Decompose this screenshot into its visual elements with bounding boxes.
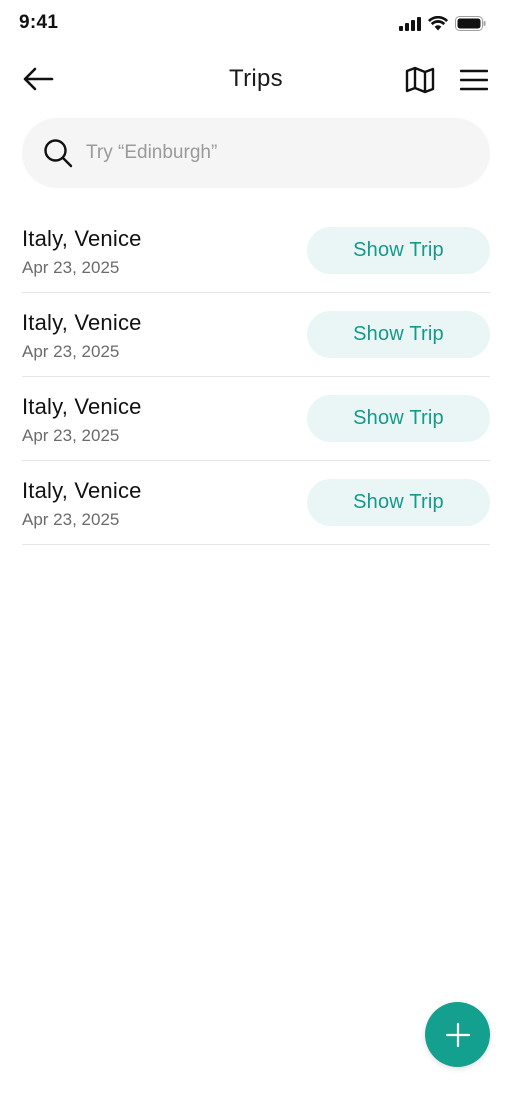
header: Trips [0, 56, 512, 102]
map-button[interactable] [404, 64, 436, 96]
trip-date: Apr 23, 2025 [22, 510, 120, 529]
show-trip-button[interactable]: Show Trip [307, 311, 490, 358]
signal-icon [399, 16, 421, 31]
show-trip-button[interactable]: Show Trip [307, 479, 490, 526]
battery-icon [455, 16, 486, 31]
trip-name: Italy, Venice [22, 310, 142, 335]
trip-name: Italy, Venice [22, 394, 142, 419]
menu-button[interactable] [458, 64, 490, 96]
trip-date: Apr 23, 2025 [22, 258, 120, 277]
map-icon [405, 66, 435, 94]
search-input[interactable] [86, 142, 446, 164]
trip-row: Italy, Venice Apr 23, 2025 Show Trip [22, 293, 490, 377]
trip-date: Apr 23, 2025 [22, 342, 120, 361]
status-icons [399, 16, 486, 31]
trip-row: Italy, Venice Apr 23, 2025 Show Trip [22, 377, 490, 461]
trip-name: Italy, Venice [22, 226, 142, 251]
trip-date: Apr 23, 2025 [22, 426, 120, 445]
add-trip-button[interactable] [425, 1002, 490, 1067]
trip-row: Italy, Venice Apr 23, 2025 Show Trip [22, 461, 490, 545]
search-bar[interactable] [22, 118, 490, 188]
show-trip-button[interactable]: Show Trip [307, 227, 490, 274]
trip-list: Italy, Venice Apr 23, 2025 Show Trip Ita… [22, 209, 490, 545]
wifi-icon [428, 16, 448, 31]
status-bar: 9:41 [0, 0, 512, 48]
status-time: 9:41 [19, 12, 59, 33]
show-trip-button[interactable]: Show Trip [307, 395, 490, 442]
trip-name: Italy, Venice [22, 478, 142, 503]
plus-icon [445, 1022, 470, 1047]
hamburger-menu-icon [460, 69, 488, 91]
search-icon [42, 137, 74, 169]
trip-row: Italy, Venice Apr 23, 2025 Show Trip [22, 209, 490, 293]
